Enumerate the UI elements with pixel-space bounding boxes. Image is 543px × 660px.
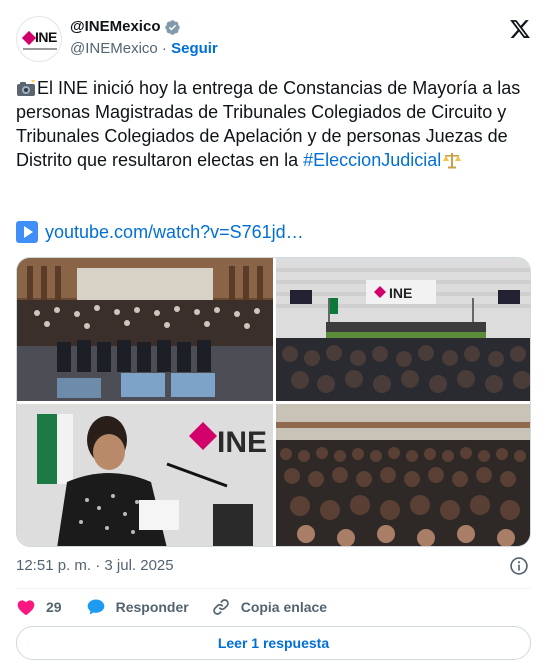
avatar-logo-text: INE: [35, 29, 57, 45]
speech-bubble-icon: [87, 599, 104, 615]
youtube-link[interactable]: youtube.com/watch?v=S761jd…: [45, 220, 304, 244]
stage-logo-text: INE: [389, 285, 412, 301]
heart-icon: [17, 600, 35, 615]
copy-link-label: Copia enlace: [240, 599, 328, 615]
tweet-header: INE @INEMexico @INEMexico · Seguir: [16, 14, 531, 64]
reply-label: Responder: [115, 599, 189, 615]
display-name[interactable]: @INEMexico: [70, 17, 160, 37]
avatar[interactable]: INE: [16, 16, 62, 62]
tweet-time: 12:51 p. m.: [16, 557, 92, 574]
display-name-row: @INEMexico: [70, 17, 218, 37]
like-count: 29: [46, 599, 62, 615]
timestamp-separator: ·: [95, 557, 101, 574]
ine-logo-mark: [21, 30, 37, 46]
tweet-timestamp[interactable]: 12:51 p. m. · 3 jul. 2025: [16, 556, 174, 576]
copy-link-button[interactable]: Copia enlace: [211, 597, 327, 617]
tweet-date: 3 jul. 2025: [104, 557, 174, 574]
tweet-card: INE @INEMexico @INEMexico · Seguir El IN…: [0, 0, 543, 660]
photo-ine-stage[interactable]: INE: [276, 258, 530, 401]
verified-badge-icon: [165, 19, 181, 35]
photo-auditorium-group[interactable]: [17, 258, 273, 401]
balance-scale-emoji-icon: [443, 153, 462, 169]
read-replies-button[interactable]: Leer 1 respuesta: [16, 626, 531, 660]
action-bar: 29 Responder Copia enlace: [16, 596, 327, 618]
hashtag-link[interactable]: #EleccionJudicial: [303, 150, 441, 170]
camera-flash-emoji-icon: [17, 80, 35, 96]
link-row: youtube.com/watch?v=S761jd…: [16, 220, 304, 244]
x-logo-icon[interactable]: [509, 18, 531, 40]
photo-grid: INE INE: [16, 257, 531, 547]
tweet-text: El INE inició hoy la entrega de Constanc…: [16, 76, 531, 172]
follow-button[interactable]: Seguir: [171, 40, 218, 57]
link-icon: [212, 599, 229, 615]
photo-audience[interactable]: [276, 404, 530, 546]
play-button-emoji-icon: [16, 221, 38, 243]
handle-row: @INEMexico · Seguir: [70, 39, 218, 59]
like-button[interactable]: 29: [16, 597, 62, 617]
author-names: @INEMexico @INEMexico · Seguir: [70, 17, 218, 59]
handle[interactable]: @INEMexico: [70, 40, 158, 57]
photo-speaker-podium[interactable]: INE: [17, 404, 273, 546]
avatar-logo-underline: [23, 48, 57, 50]
separator-dot: ·: [161, 40, 167, 57]
reply-button[interactable]: Responder: [86, 597, 189, 617]
podium-logo-text: INE: [217, 426, 267, 459]
info-icon[interactable]: [509, 556, 529, 576]
divider: [16, 588, 531, 589]
